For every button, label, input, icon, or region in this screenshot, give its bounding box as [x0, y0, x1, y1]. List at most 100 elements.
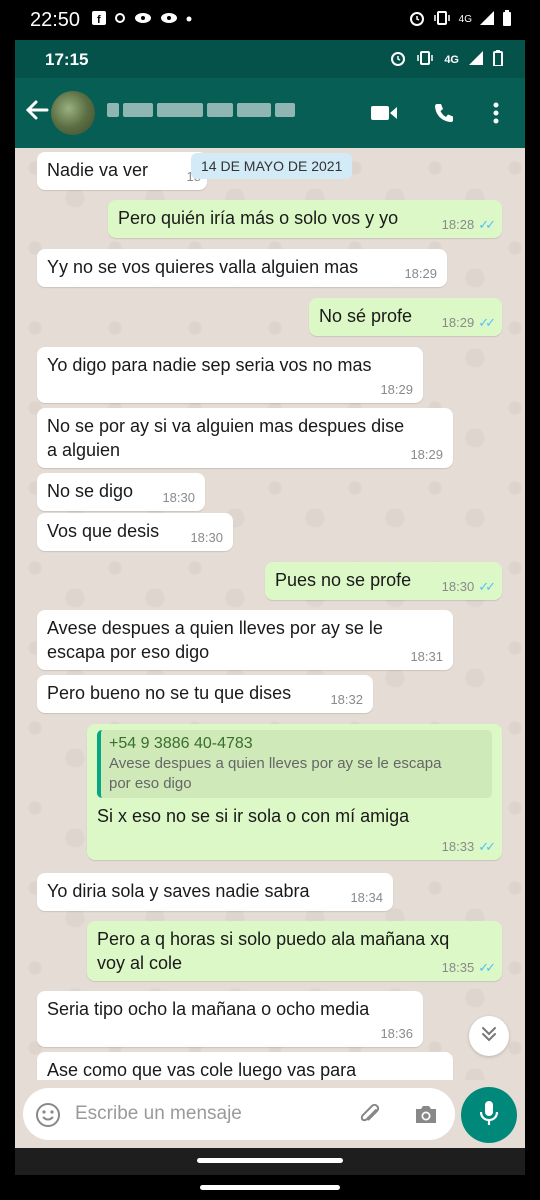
contact-name-redacted[interactable] [107, 103, 307, 123]
scroll-to-bottom-button[interactable] [469, 1016, 509, 1056]
home-gesture-handle[interactable] [200, 1185, 340, 1190]
quoted-message[interactable]: +54 9 3886 40-4783 Avese despues a quien… [97, 730, 492, 798]
message-outgoing[interactable]: No sé profe 18:29 ✓✓ [309, 298, 502, 336]
battery-icon [502, 10, 512, 29]
message-text: Yo diria sola y saves nadie sabra [47, 881, 310, 901]
message-text-line: voy al cole [97, 953, 183, 973]
message-incoming[interactable]: Yy no se vos quieres valla alguien mas 1… [37, 249, 447, 287]
composer-bar: Escribe un mensaje [15, 1080, 525, 1148]
message-text: Pues no se profe [275, 570, 412, 590]
message-text-line: escapa por eso digo [47, 642, 210, 662]
date-separator: 14 DE MAYO DE 2021 [191, 153, 353, 179]
read-ticks-icon: ✓✓ [478, 579, 496, 594]
message-time: 18:29 [410, 447, 443, 462]
device-status-bar: 22:50 f 4G [0, 0, 540, 40]
message-text: Seria tipo ocho la mañana o ocho media [47, 999, 370, 1019]
message-text: Nadie va ver [47, 160, 149, 180]
quoted-sender: +54 9 3886 40-4783 [109, 735, 253, 752]
message-time: 18:29 [380, 382, 413, 397]
message-incoming[interactable]: Seria tipo ocho la mañana o ocho media 1… [37, 991, 423, 1047]
message-text: Pero quién iría más o solo vos y yo [118, 208, 399, 228]
message-incoming[interactable]: Avese despues a quien lleves por ay se l… [37, 610, 453, 670]
message-time: 18:29 ✓✓ [441, 315, 496, 330]
message-time: 18:32 [330, 692, 363, 707]
message-text: No sé profe [319, 306, 413, 326]
svg-text:f: f [97, 14, 101, 25]
message-text-line: a alguien [47, 440, 121, 460]
message-text-line: Avese despues a quien lleves por ay se l… [47, 618, 383, 638]
voice-message-button[interactable] [461, 1087, 517, 1143]
message-time: 18:31 [410, 649, 443, 664]
message-text: Vos que desis [47, 521, 160, 541]
message-time: 18:35 ✓✓ [441, 960, 496, 975]
message-time: 18:30 [190, 530, 223, 545]
alarm-icon [390, 50, 406, 69]
back-arrow-icon[interactable] [23, 96, 53, 126]
network-type: 4G [444, 53, 459, 66]
dot-icon [186, 11, 192, 28]
message-list[interactable]: Nadie va ver 18 14 DE MAYO DE 2021 Pero … [15, 148, 525, 1080]
message-time: 18:29 [404, 266, 437, 281]
facebook-icon: f [92, 11, 106, 28]
message-text: No se digo [47, 481, 134, 501]
message-outgoing[interactable]: Pero a q horas si solo puedo ala mañana … [87, 921, 502, 981]
message-text: Si x eso no se si ir sola o con mí amiga [97, 806, 410, 826]
microphone-icon [478, 1099, 500, 1132]
signal-icon [469, 51, 483, 68]
message-input-box[interactable]: Escribe un mensaje [23, 1088, 455, 1140]
message-incoming[interactable]: No se por ay si va alguien mas despues d… [37, 408, 453, 468]
message-outgoing[interactable]: Pues no se profe 18:30 ✓✓ [265, 562, 502, 600]
system-icons: 4G [409, 10, 512, 29]
notification-icons: f [92, 11, 192, 28]
inner-status-bar: 17:15 4G [15, 40, 525, 78]
home-gesture-handle[interactable] [197, 1158, 343, 1163]
message-incoming[interactable]: Yo digo para nadie sep seria vos no mas … [37, 347, 423, 403]
more-options-icon[interactable] [481, 98, 511, 128]
message-input-placeholder[interactable]: Escribe un mensaje [75, 1103, 242, 1125]
message-time: 18:30 ✓✓ [441, 579, 496, 594]
message-incoming[interactable]: Ase como que vas cole luego vas para [37, 1052, 453, 1080]
camera-icon[interactable] [413, 1102, 439, 1131]
notification-icon [114, 11, 126, 28]
read-ticks-icon: ✓✓ [478, 960, 496, 975]
battery-icon [493, 50, 503, 69]
read-ticks-icon: ✓✓ [478, 839, 496, 854]
message-incoming[interactable]: Pero bueno no se tu que dises 18:32 [37, 675, 373, 713]
attach-icon[interactable] [358, 1102, 384, 1133]
device-navigation-bar [0, 1175, 540, 1200]
message-time: 18:36 [380, 1026, 413, 1041]
alarm-icon [409, 10, 425, 29]
network-type: 4G [458, 14, 472, 25]
chat-header [15, 78, 525, 148]
read-ticks-icon: ✓✓ [478, 315, 496, 330]
video-call-icon[interactable] [369, 98, 399, 128]
eye-icon [134, 11, 152, 28]
message-time: 18:33 ✓✓ [441, 839, 496, 854]
message-text: Yy no se vos quieres valla alguien mas [47, 257, 359, 277]
message-incoming[interactable]: Vos que desis 18:30 [37, 513, 233, 551]
whatsapp-screen: 17:15 4G Nadie va ver 14 DE MAYO DE 2021… [15, 40, 525, 1175]
message-incoming[interactable]: No se digo 18:30 [37, 473, 205, 511]
message-time: 18:34 [350, 890, 383, 905]
eye-icon [160, 11, 178, 28]
signal-icon [480, 11, 494, 28]
quoted-text-line: por eso digo [109, 775, 192, 792]
emoji-icon[interactable] [35, 1102, 61, 1133]
message-incoming[interactable]: Nadie va ver 18 [37, 152, 207, 190]
voice-call-icon[interactable] [429, 98, 459, 128]
message-text-line: Pero a q horas si solo puedo ala mañana … [97, 929, 450, 949]
message-outgoing[interactable]: Pero quién iría más o solo vos y yo 18:2… [108, 200, 502, 238]
message-text: Yo digo para nadie sep seria vos no mas [47, 355, 372, 375]
vibrate-icon [433, 10, 451, 29]
message-text: Ase como que vas cole luego vas para [47, 1060, 357, 1080]
inner-time: 17:15 [45, 50, 89, 69]
device-time: 22:50 [30, 9, 81, 31]
message-time: 18:28 ✓✓ [441, 217, 496, 232]
message-incoming[interactable]: Yo diria sola y saves nadie sabra 18:34 [37, 873, 393, 911]
contact-avatar[interactable] [51, 91, 95, 135]
message-time: 18:30 [162, 490, 195, 505]
double-chevron-down-icon [480, 1025, 498, 1048]
inner-navigation-bar [15, 1148, 525, 1175]
message-text: Pero bueno no se tu que dises [47, 683, 292, 703]
message-outgoing-reply[interactable]: +54 9 3886 40-4783 Avese despues a quien… [87, 724, 502, 860]
